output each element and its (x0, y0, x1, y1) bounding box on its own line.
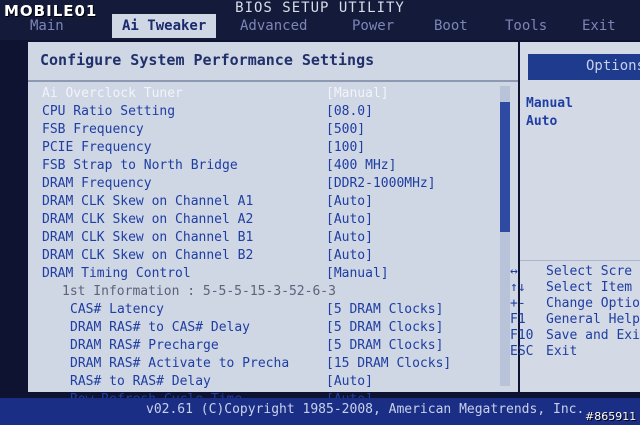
help-exit: ESC Exit (510, 344, 578, 359)
setting-ai-overclock-tuner[interactable]: Ai Overclock Tuner [Manual] (28, 86, 498, 103)
setting-dram-frequency[interactable]: DRAM Frequency [DDR2-1000MHz] (28, 176, 498, 193)
setting-label: PCIE Frequency (42, 140, 152, 155)
setting-label: Ai Overclock Tuner (42, 86, 183, 101)
setting-value: [5 DRAM Clocks] (326, 320, 444, 335)
setting-value: [Auto] (326, 212, 373, 227)
setting-value: [400 MHz] (326, 158, 397, 173)
setting-dram-timing-control[interactable]: DRAM Timing Control [Manual] (28, 266, 498, 283)
setting-value: [Auto] (326, 248, 373, 263)
tab-boot[interactable]: Boot (434, 14, 468, 38)
setting-label: DRAM Timing Control (42, 266, 191, 281)
setting-label: DRAM CLK Skew on Channel A1 (42, 194, 254, 209)
setting-ras-precharge[interactable]: DRAM RAS# Precharge [5 DRAM Clocks] (28, 338, 498, 355)
setting-label: DRAM CLK Skew on Channel B2 (42, 248, 254, 263)
setting-value: [5 DRAM Clocks] (326, 302, 444, 317)
help-select-screen: ↔ Select Scre (510, 264, 633, 279)
setting-label: DRAM RAS# Precharge (70, 338, 219, 353)
tab-advanced[interactable]: Advanced (240, 14, 307, 38)
setting-clk-skew-a1[interactable]: DRAM CLK Skew on Channel A1 [Auto] (28, 194, 498, 211)
setting-cpu-ratio[interactable]: CPU Ratio Setting [08.0] (28, 104, 498, 121)
watermark-logo: MOBILE01 (4, 2, 98, 20)
help-general: F1 General Help (510, 312, 640, 327)
setting-ras-activate[interactable]: DRAM RAS# Activate to Precha [15 DRAM Clo… (28, 356, 498, 373)
help-divider (520, 260, 640, 261)
setting-fsb-strap[interactable]: FSB Strap to North Bridge [400 MHz] (28, 158, 498, 175)
panel-title: Configure System Performance Settings (40, 51, 375, 69)
settings-panel: Configure System Performance Settings Ai… (28, 42, 518, 407)
tab-ai-tweaker[interactable]: Ai Tweaker (112, 14, 217, 38)
setting-value: [5 DRAM Clocks] (326, 338, 444, 353)
setting-value: [500] (326, 122, 366, 137)
plus-minus-key: +- (510, 296, 526, 311)
bios-screen: BIOS SETUP UTILITY Main Ai Tweaker Advan… (0, 0, 640, 425)
setting-ras-to-cas[interactable]: DRAM RAS# to CAS# Delay [5 DRAM Clocks] (28, 320, 498, 337)
setting-label: FSB Frequency (42, 122, 144, 137)
f10-key: F10 (510, 328, 534, 343)
option-auto[interactable]: Auto (526, 114, 557, 129)
help-save-exit: F10 Save and Exi (510, 328, 640, 343)
setting-label: DRAM CLK Skew on Channel A2 (42, 212, 254, 227)
watermark-tag: #865911 (585, 410, 637, 423)
info-text: 1st Information : 5-5-5-15-3-52-6-3 (62, 284, 336, 299)
setting-value: [Auto] (326, 374, 373, 389)
setting-label: DRAM CLK Skew on Channel B1 (42, 230, 254, 245)
timing-info-line: 1st Information : 5-5-5-15-3-52-6-3 (28, 284, 498, 301)
option-manual[interactable]: Manual (526, 96, 573, 111)
left-right-arrow-icon: ↔ (510, 264, 518, 279)
setting-value: [15 DRAM Clocks] (326, 356, 452, 371)
setting-value: [Auto] (326, 230, 373, 245)
setting-value: [Manual] (326, 86, 389, 101)
setting-label: RAS# to RAS# Delay (70, 374, 211, 389)
options-panel: Options Manual Auto ↔ Select Scre ↑↓ Selec… (510, 42, 640, 392)
setting-value: [Auto] (326, 194, 373, 209)
setting-ras-to-ras[interactable]: RAS# to RAS# Delay [Auto] (28, 374, 498, 391)
tab-power[interactable]: Power (352, 14, 394, 38)
help-change-option: +- Change Optio (510, 296, 640, 311)
setting-label: DRAM RAS# to CAS# Delay (70, 320, 251, 335)
scrollbar-thumb[interactable] (500, 102, 510, 232)
setting-clk-skew-b2[interactable]: DRAM CLK Skew on Channel B2 [Auto] (28, 248, 498, 265)
up-down-arrow-icon: ↑↓ (510, 280, 526, 295)
tab-exit[interactable]: Exit (582, 14, 616, 38)
setting-clk-skew-b1[interactable]: DRAM CLK Skew on Channel B1 [Auto] (28, 230, 498, 247)
setting-fsb-frequency[interactable]: FSB Frequency [500] (28, 122, 498, 139)
setting-label: DRAM RAS# Activate to Precha (70, 356, 290, 371)
setting-value: [Manual] (326, 266, 389, 281)
f1-key: F1 (510, 312, 526, 327)
setting-value: [100] (326, 140, 366, 155)
setting-label: FSB Strap to North Bridge (42, 158, 238, 173)
setting-cas-latency[interactable]: CAS# Latency [5 DRAM Clocks] (28, 302, 498, 319)
copyright-text: v02.61 (C)Copyright 1985-2008, American … (146, 402, 585, 417)
panel-header: Configure System Performance Settings (28, 42, 518, 82)
setting-value: [DDR2-1000MHz] (326, 176, 436, 191)
options-title: Options (586, 58, 640, 74)
setting-label: CPU Ratio Setting (42, 104, 176, 119)
tab-tools[interactable]: Tools (505, 14, 547, 38)
setting-label: DRAM Frequency (42, 176, 152, 191)
setting-value: [08.0] (326, 104, 373, 119)
options-header: Options (528, 54, 640, 80)
help-select-item: ↑↓ Select Item (510, 280, 633, 295)
footer-bar: v02.61 (C)Copyright 1985-2008, American … (0, 398, 640, 425)
bios-tabs: Main Ai Tweaker Advanced Power Boot Tool… (20, 14, 640, 38)
setting-pcie-frequency[interactable]: PCIE Frequency [100] (28, 140, 498, 157)
setting-label: CAS# Latency (70, 302, 164, 317)
esc-key: ESC (510, 344, 534, 359)
setting-clk-skew-a2[interactable]: DRAM CLK Skew on Channel A2 [Auto] (28, 212, 498, 229)
